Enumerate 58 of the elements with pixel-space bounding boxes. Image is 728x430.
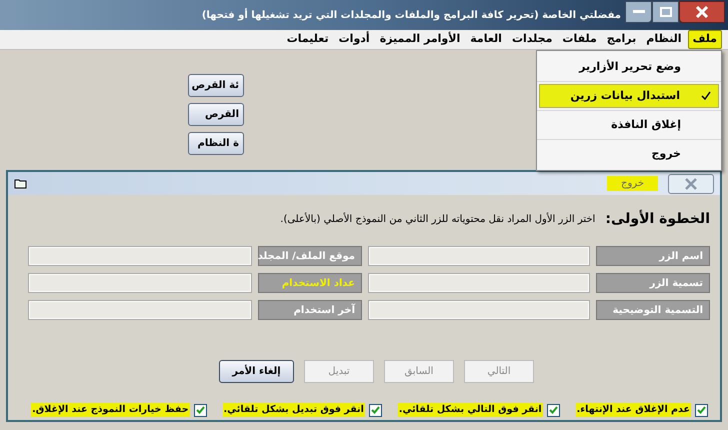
menu-item[interactable]: أدوات <box>334 31 374 48</box>
menu-entry[interactable]: وضع تحرير الأزارير <box>539 55 719 79</box>
check-icon <box>548 406 558 414</box>
option-label: انقر فوق التالي بشكل تلقائي. <box>398 403 543 418</box>
option-label: حفظ خيارات النموذج عند الإغلاق. <box>31 403 190 418</box>
close-button[interactable] <box>679 1 725 23</box>
instruction-text: اختر الزر الأول المراد نقل محتوياته للزر الثاني من النموذج الأصلي (بالأعلى). <box>280 212 596 227</box>
checkbox[interactable] <box>194 404 207 417</box>
option-label: عدم الإغلاق عند الإنتهاء. <box>576 403 691 418</box>
dialog-title: خروج <box>607 176 658 191</box>
checkbox[interactable] <box>695 404 708 417</box>
menu-item[interactable]: ملف <box>688 30 722 49</box>
field-label: موقع الملف/ المجلد <box>258 246 362 266</box>
option-label: انقر فوق تبديل بشكل تلقائي. <box>222 403 365 418</box>
menu-entry-label: وضع تحرير الأزارير <box>579 58 681 75</box>
field-label: التسمية التوضيحية <box>596 300 710 320</box>
window-title: مفضلتي الخاصة (تحرير كافة البرامج والملفات والمجلدات التي تريد تشغيلها أو فتحها) <box>202 8 621 22</box>
field-label: آخر استخدام <box>258 300 362 320</box>
menu-entry-label: استبدال بيانات زرين <box>570 88 680 104</box>
input-field[interactable] <box>368 273 590 293</box>
check-icon <box>196 406 205 414</box>
step-heading: الخطوة الأولى: <box>605 209 710 229</box>
push-button[interactable]: ئة القرص <box>188 74 244 97</box>
dialog-button[interactable]: إلغاء الأمر <box>219 360 294 383</box>
push-button[interactable]: القرص <box>188 103 244 126</box>
menu-item[interactable]: برامج <box>602 31 640 48</box>
field-label: تسمية الزر <box>596 273 710 293</box>
checkbox[interactable] <box>546 404 560 417</box>
menu-entry[interactable]: استبدال بيانات زرين <box>539 84 719 108</box>
field-label: اسم الزر <box>596 246 710 266</box>
check-icon <box>370 406 380 414</box>
input-field[interactable] <box>28 273 252 293</box>
menu-item[interactable]: تعليمات <box>282 31 333 48</box>
push-button[interactable]: ة النظام <box>188 132 244 155</box>
input-field[interactable] <box>368 246 590 266</box>
check-icon <box>697 406 706 414</box>
input-field[interactable] <box>368 300 590 320</box>
maximize-button[interactable] <box>652 1 679 23</box>
menu-item[interactable]: مجلدات <box>508 31 556 48</box>
check-icon <box>701 91 711 101</box>
menu-item[interactable]: الأوامر المميزة <box>376 31 464 48</box>
folder-icon <box>14 178 28 190</box>
field-label: عداد الاستخدام <box>258 273 362 293</box>
minimize-icon <box>632 10 644 14</box>
close-icon <box>695 6 709 18</box>
checkbox[interactable] <box>368 404 382 417</box>
menu-entry[interactable]: خروج <box>539 142 719 166</box>
minimize-button[interactable] <box>625 1 652 23</box>
close-icon <box>684 178 698 190</box>
menu-entry-label: خروج <box>651 146 681 162</box>
menu-item[interactable]: العامة <box>466 31 506 48</box>
menu-item[interactable]: النظام <box>642 31 686 48</box>
maximize-icon <box>660 7 672 17</box>
menu-entry[interactable]: إغلاق النافذة <box>539 113 719 137</box>
input-field[interactable] <box>28 246 252 266</box>
menu-item[interactable]: ملفات <box>558 31 601 48</box>
input-field[interactable] <box>28 300 252 320</box>
menu-entry-label: إغلاق النافذة <box>611 116 681 133</box>
